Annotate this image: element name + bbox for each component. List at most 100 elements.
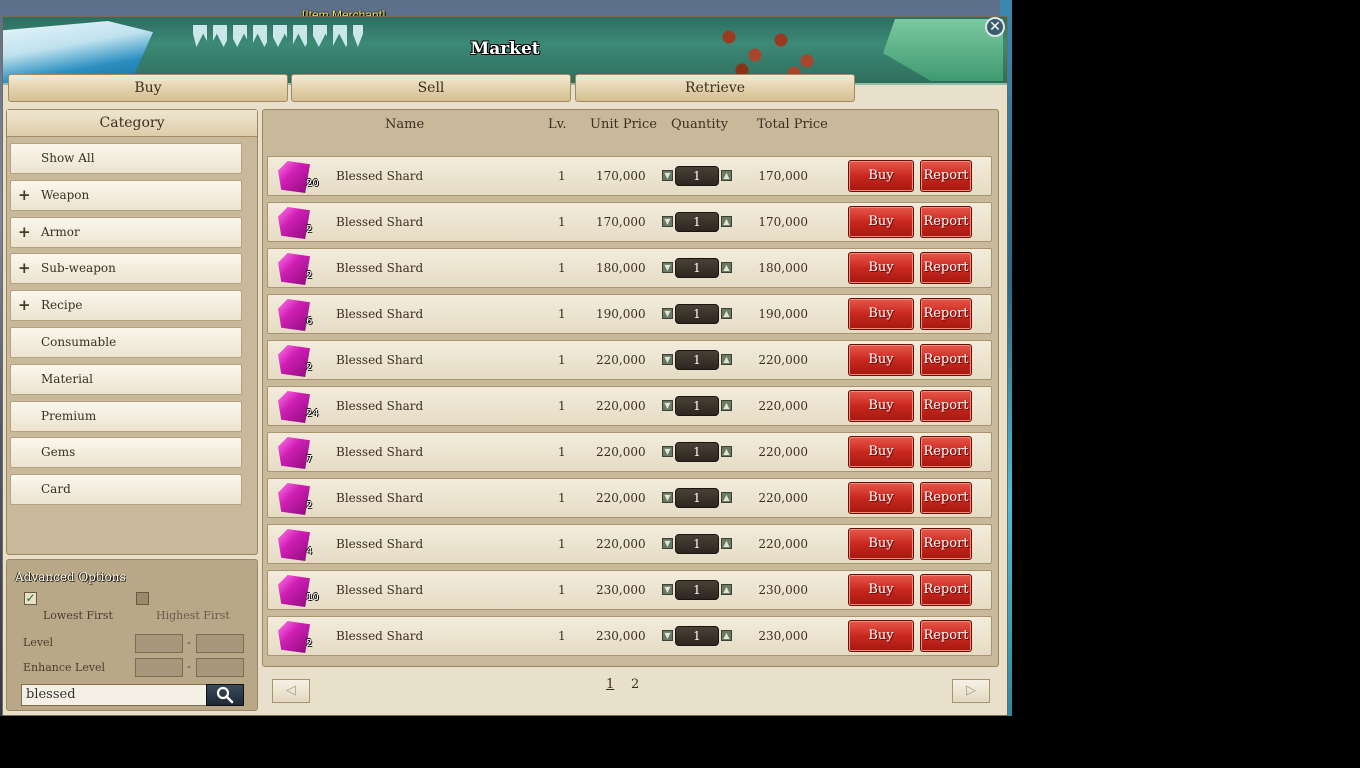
- expand-plus-icon[interactable]: +: [18, 254, 31, 283]
- item-level: 1: [558, 307, 566, 321]
- tab-sell[interactable]: Sell: [291, 74, 571, 102]
- unit-price: 220,000: [596, 353, 646, 367]
- quantity-input[interactable]: 1: [675, 166, 719, 186]
- report-button[interactable]: Report: [920, 298, 972, 330]
- page-number-2[interactable]: 2: [631, 677, 639, 692]
- quantity-decrease-button[interactable]: ▼: [662, 400, 673, 411]
- page-number-1[interactable]: 1: [606, 677, 614, 692]
- prev-page-button[interactable]: ◁: [272, 679, 310, 703]
- quantity-increase-button[interactable]: ▲: [721, 354, 732, 365]
- buy-button[interactable]: Buy: [848, 528, 914, 560]
- enhance-min-input[interactable]: [135, 658, 183, 677]
- quantity-input[interactable]: 1: [675, 534, 719, 554]
- category-item-show-all[interactable]: Show All: [10, 143, 242, 174]
- quantity-increase-button[interactable]: ▲: [721, 584, 732, 595]
- report-button[interactable]: Report: [920, 206, 972, 238]
- quantity-decrease-button[interactable]: ▼: [662, 630, 673, 641]
- tab-retrieve[interactable]: Retrieve: [575, 74, 855, 102]
- quantity-increase-button[interactable]: ▲: [721, 308, 732, 319]
- item-name: Blessed Shard: [336, 261, 424, 275]
- quantity-increase-button[interactable]: ▲: [721, 216, 732, 227]
- buy-button[interactable]: Buy: [848, 574, 914, 606]
- quantity-input[interactable]: 1: [675, 442, 719, 462]
- next-page-button[interactable]: ▷: [952, 679, 990, 703]
- listing-row: 2 Blessed Shard 1 220,000 ▼ 1 ▲ 220,000 Buy Repor…: [267, 340, 992, 380]
- buy-button[interactable]: Buy: [848, 436, 914, 468]
- quantity-decrease-button[interactable]: ▼: [662, 492, 673, 503]
- buy-button[interactable]: Buy: [848, 160, 914, 192]
- expand-plus-icon[interactable]: +: [18, 181, 31, 210]
- report-button[interactable]: Report: [920, 528, 972, 560]
- report-button[interactable]: Report: [920, 436, 972, 468]
- quantity-input[interactable]: 1: [675, 626, 719, 646]
- search-input[interactable]: blessed: [21, 684, 207, 706]
- lowest-first-checkbox[interactable]: ✓: [24, 592, 37, 605]
- quantity-decrease-button[interactable]: ▼: [662, 354, 673, 365]
- quantity-increase-button[interactable]: ▲: [721, 492, 732, 503]
- buy-button[interactable]: Buy: [848, 390, 914, 422]
- enhance-max-input[interactable]: [196, 658, 244, 677]
- category-item-premium[interactable]: Premium: [10, 400, 242, 432]
- unit-price: 220,000: [596, 445, 646, 459]
- stack-count: 10: [306, 592, 319, 603]
- item-level: 1: [558, 215, 566, 229]
- quantity-decrease-button[interactable]: ▼: [662, 262, 673, 273]
- buy-button[interactable]: Buy: [848, 482, 914, 514]
- category-item-recipe[interactable]: + Recipe: [10, 290, 242, 322]
- item-level: 1: [558, 353, 566, 367]
- category-item-sub-weapon[interactable]: + Sub-weapon: [10, 253, 242, 285]
- quantity-increase-button[interactable]: ▲: [721, 170, 732, 181]
- category-item-card[interactable]: Card: [10, 474, 242, 506]
- quantity-input[interactable]: 1: [675, 580, 719, 600]
- category-item-consumable[interactable]: Consumable: [10, 327, 242, 358]
- quantity-increase-button[interactable]: ▲: [721, 630, 732, 641]
- expand-plus-icon[interactable]: +: [18, 218, 31, 247]
- quantity-decrease-button[interactable]: ▼: [662, 446, 673, 457]
- report-button[interactable]: Report: [920, 574, 972, 606]
- category-item-material[interactable]: Material: [10, 363, 242, 395]
- highest-first-checkbox[interactable]: [136, 592, 149, 605]
- tab-buy[interactable]: Buy: [8, 74, 288, 102]
- quantity-input[interactable]: 1: [675, 350, 719, 370]
- report-button[interactable]: Report: [920, 620, 972, 652]
- quantity-input[interactable]: 1: [675, 212, 719, 232]
- quantity-input[interactable]: 1: [675, 488, 719, 508]
- quantity-input[interactable]: 1: [675, 258, 719, 278]
- total-price: 220,000: [758, 537, 808, 551]
- quantity-decrease-button[interactable]: ▼: [662, 584, 673, 595]
- quantity-decrease-button[interactable]: ▼: [662, 170, 673, 181]
- report-button[interactable]: Report: [920, 160, 972, 192]
- quantity-increase-button[interactable]: ▲: [721, 400, 732, 411]
- report-button[interactable]: Report: [920, 482, 972, 514]
- buy-button[interactable]: Buy: [848, 298, 914, 330]
- quantity-decrease-button[interactable]: ▼: [662, 538, 673, 549]
- unit-price: 220,000: [596, 491, 646, 505]
- quantity-increase-button[interactable]: ▲: [721, 262, 732, 273]
- level-max-input[interactable]: [196, 634, 244, 653]
- close-button[interactable]: ✕: [985, 17, 1005, 37]
- buy-button[interactable]: Buy: [848, 344, 914, 376]
- category-item-gems[interactable]: Gems: [10, 437, 242, 469]
- quantity-input[interactable]: 1: [675, 396, 719, 416]
- search-button[interactable]: [206, 684, 244, 706]
- item-name: Blessed Shard: [336, 445, 424, 459]
- unit-price: 220,000: [596, 537, 646, 551]
- column-header-level: Lv.: [548, 117, 567, 132]
- quantity-decrease-button[interactable]: ▼: [662, 216, 673, 227]
- report-button[interactable]: Report: [920, 252, 972, 284]
- buy-button[interactable]: Buy: [848, 252, 914, 284]
- quantity-input[interactable]: 1: [675, 304, 719, 324]
- buy-button[interactable]: Buy: [848, 206, 914, 238]
- report-button[interactable]: Report: [920, 390, 972, 422]
- quantity-decrease-button[interactable]: ▼: [662, 308, 673, 319]
- listing-row: 2 Blessed Shard 1 220,000 ▼ 1 ▲ 220,000 Buy Repor…: [267, 478, 992, 518]
- category-item-armor[interactable]: + Armor: [10, 216, 242, 248]
- level-min-input[interactable]: [135, 634, 183, 653]
- quantity-increase-button[interactable]: ▲: [721, 446, 732, 457]
- expand-plus-icon[interactable]: +: [18, 291, 31, 320]
- report-button[interactable]: Report: [920, 344, 972, 376]
- quantity-increase-button[interactable]: ▲: [721, 538, 732, 549]
- buy-button[interactable]: Buy: [848, 620, 914, 652]
- category-item-weapon[interactable]: + Weapon: [10, 179, 242, 211]
- item-name: Blessed Shard: [336, 399, 424, 413]
